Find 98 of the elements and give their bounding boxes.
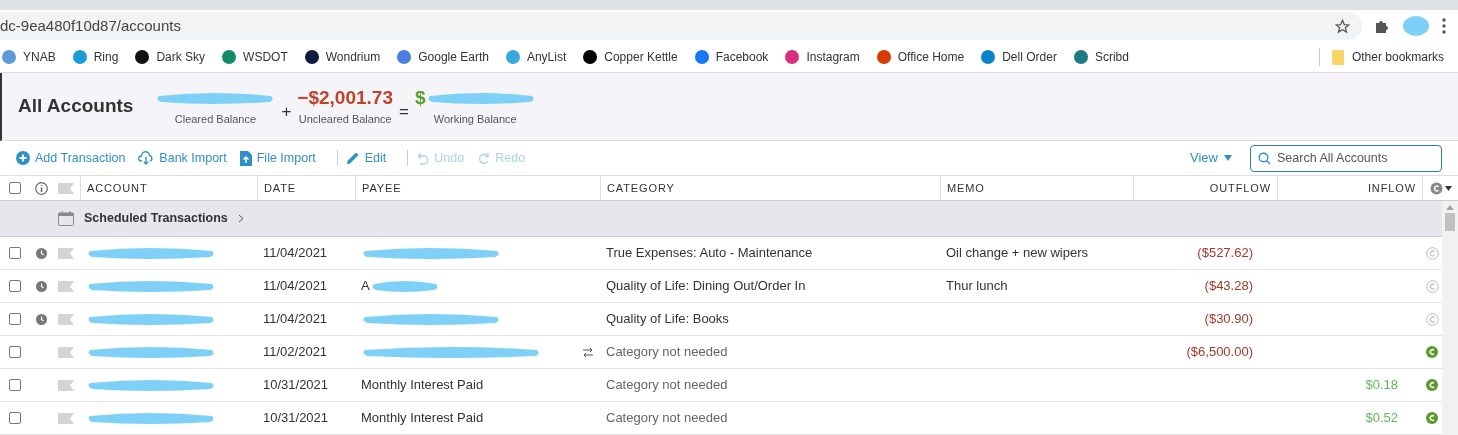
outflow-cell-text: ($527.62) — [1197, 244, 1253, 263]
bookmark-link[interactable]: Facebook — [715, 48, 769, 66]
bookmark-link[interactable]: Scribd — [1094, 48, 1129, 66]
scheduled-transactions-toggle[interactable]: Scheduled Transactions — [84, 209, 244, 228]
balance-amount: −$2,001.73 — [297, 86, 393, 110]
date-cell: 10/31/2021 — [263, 410, 329, 426]
row-checkbox[interactable] — [9, 379, 21, 391]
transaction-row[interactable]: 10/31/2021 Monthly Interest Paid Category not needed $0.52 — [0, 402, 1442, 435]
balance-amount: $ — [414, 86, 426, 110]
inflow-cell-text: $0.52 — [1365, 409, 1398, 428]
bookmark-link[interactable]: Dark Sky — [156, 48, 206, 66]
outflow-cell-text: ($30.90) — [1204, 310, 1253, 329]
cleared-icon[interactable] — [1426, 346, 1438, 358]
row-checkbox[interactable] — [9, 247, 21, 259]
bookmark-link[interactable]: WSDOT — [243, 48, 288, 66]
transaction-row[interactable]: 11/04/2021 A Quality of Life: Dining Out/Order In Thur lunch ($43.28) — [0, 270, 1442, 303]
row-checkbox[interactable] — [9, 313, 21, 325]
toolbar-button[interactable]: Edit — [345, 148, 387, 168]
file-icon — [239, 150, 252, 166]
view-dropdown[interactable]: View — [1190, 148, 1232, 168]
bookmark-link[interactable]: Ring — [93, 48, 119, 66]
chevron-icon — [237, 214, 244, 223]
row-checkbox[interactable] — [9, 346, 21, 358]
operator: = — [399, 100, 409, 123]
outflow-cell-text: ($43.28) — [1204, 277, 1253, 296]
date-cell: 11/04/2021 — [263, 278, 328, 294]
scrollbar[interactable] — [1442, 201, 1458, 435]
category-cell: Quality of Life: Dining Out/Order In — [606, 278, 806, 294]
category-cell: Category not needed — [606, 344, 728, 360]
category-cell: Category not needed — [606, 410, 728, 426]
category-cell: True Expenses: Auto - Maintenance — [606, 245, 813, 261]
undo-icon — [416, 151, 430, 165]
category-cell: Category not needed — [606, 377, 728, 393]
payee-cell-text: A — [361, 277, 370, 296]
date-cell: 11/02/2021 — [263, 344, 328, 360]
cleared-icon[interactable] — [1426, 412, 1438, 424]
calendar-icon — [58, 211, 74, 226]
url-text[interactable]: dc-9ea480f10d87/accounts — [0, 14, 181, 38]
uncleared-icon[interactable] — [1425, 312, 1439, 326]
date-cell: 10/31/2021 — [263, 377, 329, 393]
cloud-icon — [138, 151, 155, 165]
date-cell: 11/04/2021 — [263, 245, 328, 261]
transaction-row[interactable]: 11/04/2021 True Expenses: Auto - Maintenance Oil change + new wipers ($527.62) — [0, 237, 1442, 270]
bookmark-link[interactable]: Google Earth — [418, 48, 489, 66]
column-header[interactable]: OUTFLOW — [1133, 176, 1277, 200]
plus-icon — [16, 151, 30, 165]
star-icon[interactable] — [1335, 18, 1350, 34]
column-header[interactable]: PAYEE — [355, 176, 600, 200]
payee-cell-text: Monthly Interest Paid — [361, 376, 484, 395]
balance-label: Uncleared Balance — [298, 112, 392, 128]
caret-icon — [1224, 155, 1232, 161]
cleared-icon[interactable] — [1426, 379, 1438, 391]
transaction-row[interactable]: 11/04/2021 Quality of Life: Books ($30.90) — [0, 303, 1442, 336]
toolbar-button[interactable]: Bank Import — [138, 148, 227, 168]
uncleared-icon[interactable] — [1425, 246, 1439, 260]
search-field[interactable]: Search All Accounts — [1250, 144, 1442, 172]
row-checkbox[interactable] — [9, 412, 21, 424]
memo-cell: Thur lunch — [946, 278, 1008, 294]
toolbar-button[interactable]: Add Transaction — [16, 148, 126, 168]
page-title: All Accounts — [18, 94, 134, 119]
bookmark-link[interactable]: Other bookmarks — [1351, 48, 1444, 66]
bookmark-link[interactable]: Wondrium — [325, 48, 381, 66]
scroll-up-icon[interactable] — [1446, 205, 1454, 210]
category-cell: Quality of Life: Books — [606, 311, 729, 327]
cleared-filter-icon[interactable] — [1429, 181, 1452, 195]
uncleared-icon[interactable] — [1425, 279, 1439, 293]
balance-label: Working Balance — [433, 112, 517, 128]
folder-icon — [1331, 49, 1344, 65]
bookmark-link[interactable]: Dell Order — [1002, 48, 1057, 66]
bookmark-link[interactable]: YNAB — [23, 48, 56, 66]
row-checkbox[interactable] — [9, 182, 21, 194]
bookmark-link[interactable]: AnyList — [526, 48, 567, 66]
inflow-cell-text: $0.18 — [1365, 376, 1398, 395]
column-header[interactable]: CATEGORY — [600, 176, 940, 200]
redo-icon — [477, 151, 491, 165]
outflow-cell-text: ($6,500.00) — [1186, 343, 1253, 362]
column-header[interactable]: MEMO — [940, 176, 1133, 200]
column-header[interactable]: DATE — [257, 176, 355, 200]
info-icon — [34, 181, 48, 195]
transaction-row[interactable]: 10/31/2021 Monthly Interest Paid Category not needed $0.18 — [0, 369, 1442, 402]
toolbar-button[interactable]: File Import — [239, 148, 316, 168]
payee-cell-text: Monthly Interest Paid — [361, 409, 484, 428]
bookmark-link[interactable]: Instagram — [806, 48, 860, 66]
operator: + — [281, 100, 292, 123]
transaction-row[interactable]: 11/02/2021 Category not needed ($6,500.00) — [0, 336, 1442, 369]
date-cell: 11/04/2021 — [263, 311, 328, 327]
memo-cell: Oil change + new wipers — [946, 245, 1088, 261]
column-header[interactable]: ACCOUNT — [80, 176, 257, 200]
scrollbar-thumb[interactable] — [1445, 213, 1455, 231]
pencil-icon — [345, 151, 360, 165]
menu-icon[interactable] — [1442, 18, 1446, 34]
row-checkbox[interactable] — [9, 280, 21, 292]
puzzle-icon[interactable] — [1374, 18, 1390, 34]
balance-label: Cleared Balance — [174, 112, 257, 128]
bookmark-link[interactable]: Copper Kettle — [604, 48, 678, 66]
bookmark-link[interactable]: Office Home — [897, 48, 965, 66]
column-header[interactable]: INFLOW — [1277, 176, 1422, 200]
search-icon — [1258, 151, 1271, 165]
